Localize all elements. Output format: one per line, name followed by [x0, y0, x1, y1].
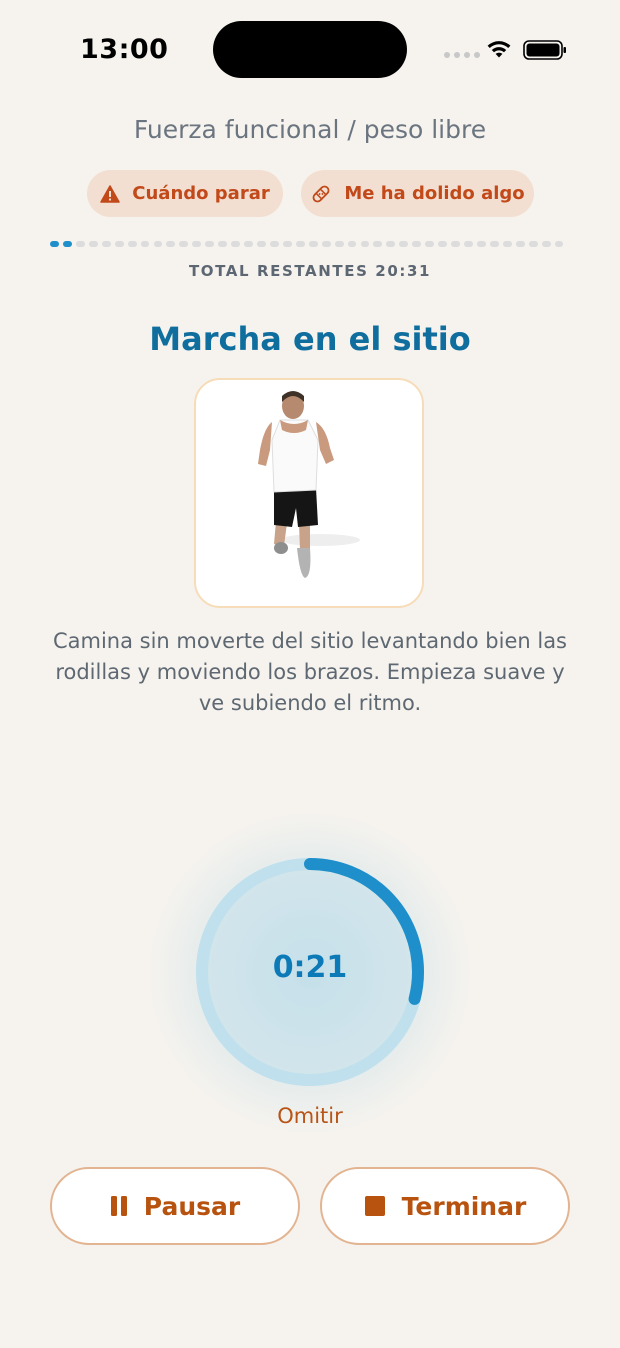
wifi-icon	[487, 41, 511, 58]
progress-step	[218, 241, 228, 247]
bandage-icon	[312, 185, 330, 202]
progress-step	[166, 241, 176, 247]
progress-step	[308, 241, 318, 247]
progress-step	[205, 241, 215, 247]
progress-step	[257, 241, 266, 247]
progress-step	[438, 241, 448, 247]
dynamic-island	[213, 21, 407, 78]
progress-step	[114, 241, 124, 247]
progress-step	[476, 241, 486, 247]
progress-step	[140, 241, 150, 247]
stop-icon	[364, 1196, 385, 1216]
cellular-signal-icon	[444, 52, 480, 58]
report-pain-label: Me ha dolido algo	[344, 183, 525, 204]
progress-step	[192, 241, 202, 247]
status-time: 13:00	[80, 34, 169, 65]
progress-step	[464, 241, 473, 247]
progress-step	[62, 241, 72, 247]
progress-step	[425, 241, 435, 247]
runner-image	[258, 391, 360, 578]
session-progress-bar	[50, 241, 572, 247]
progress-step	[554, 241, 564, 247]
progress-step	[269, 241, 279, 247]
progress-step	[541, 241, 551, 247]
battery-icon	[523, 40, 566, 60]
progress-step	[88, 241, 98, 247]
when-to-stop-button[interactable]: Cuándo parar	[87, 170, 283, 217]
progress-step	[373, 241, 383, 247]
progress-step	[244, 241, 253, 247]
finish-label: Terminar	[401, 1191, 527, 1221]
progress-step	[127, 241, 137, 247]
progress-step	[231, 241, 241, 247]
progress-step	[412, 241, 422, 247]
progress-step	[399, 241, 409, 247]
progress-step	[179, 241, 189, 247]
exercise-title: Marcha en el sitio	[149, 320, 471, 358]
exercise-description: Camina sin moverte del sitio levantando …	[52, 629, 568, 715]
progress-step	[489, 241, 499, 247]
progress-step	[502, 241, 512, 247]
pause-button[interactable]: Pausar	[50, 1167, 300, 1245]
progress-step	[334, 241, 344, 247]
exercise-illustration	[194, 378, 424, 608]
countdown-time: 0:21	[272, 950, 348, 985]
progress-step	[451, 241, 460, 247]
progress-step	[386, 241, 396, 247]
progress-step	[295, 241, 305, 247]
finish-button[interactable]: Terminar	[320, 1167, 570, 1245]
warning-triangle-icon	[100, 184, 121, 203]
progress-step	[153, 241, 163, 247]
progress-step	[282, 241, 292, 247]
progress-step	[515, 241, 525, 247]
skip-button[interactable]: Omitir	[0, 1104, 620, 1128]
progress-step	[528, 241, 538, 247]
progress-step	[50, 241, 59, 247]
progress-step	[75, 241, 85, 247]
pause-label: Pausar	[143, 1191, 241, 1221]
progress-step	[321, 241, 331, 247]
total-remaining-label: TOTAL RESTANTES 20:31	[188, 262, 432, 280]
session-title: Fuerza funcional / peso libre	[133, 115, 487, 144]
progress-step	[360, 241, 370, 247]
when-to-stop-label: Cuándo parar	[132, 183, 270, 204]
pause-icon	[110, 1196, 127, 1216]
progress-step	[101, 241, 111, 247]
progress-step	[347, 241, 357, 247]
report-pain-button[interactable]: Me ha dolido algo	[301, 170, 534, 217]
